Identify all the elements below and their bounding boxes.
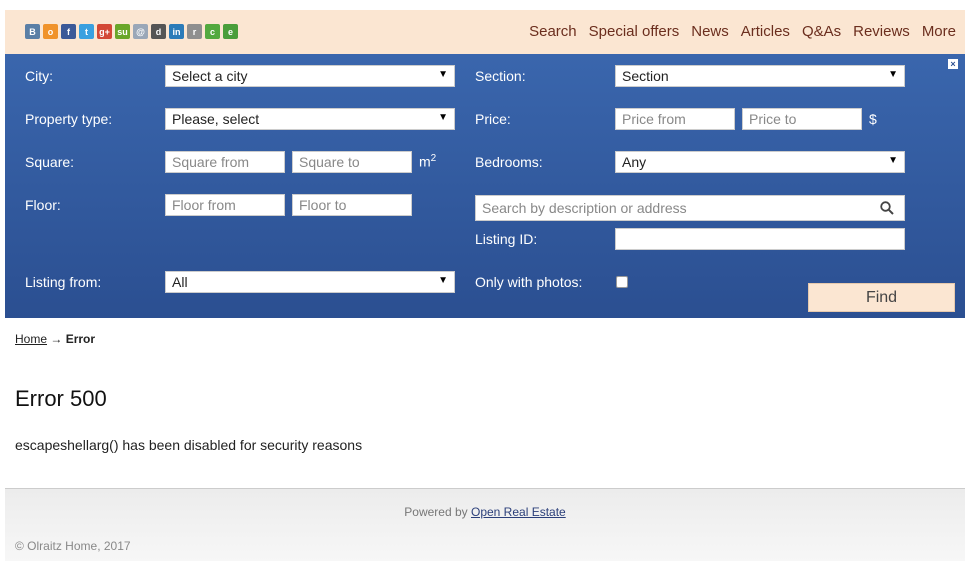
- mailru-icon[interactable]: @: [133, 24, 148, 39]
- twitter-icon[interactable]: t: [79, 24, 94, 39]
- main-nav: Search Special offers News Articles Q&As Revi…: [529, 23, 956, 40]
- section-select-value: Section: [622, 68, 669, 84]
- comment-icon[interactable]: c: [205, 24, 220, 39]
- price-unit: $: [869, 111, 877, 127]
- stumbleupon-icon[interactable]: su: [115, 24, 130, 39]
- close-icon[interactable]: ×: [948, 59, 958, 69]
- listing-from-select[interactable]: All ▼: [165, 271, 455, 293]
- property-type-value: Please, select: [172, 111, 260, 127]
- powered-by: Powered by Open Real Estate: [5, 505, 965, 519]
- breadcrumb-home-link[interactable]: Home: [15, 332, 47, 346]
- section-select[interactable]: Section ▼: [615, 65, 905, 87]
- floor-to-input[interactable]: Floor to: [292, 194, 412, 216]
- city-label: City:: [25, 68, 53, 84]
- linkedin-icon[interactable]: in: [169, 24, 184, 39]
- find-button[interactable]: Find: [808, 283, 955, 312]
- property-type-select[interactable]: Please, select ▼: [165, 108, 455, 130]
- error-message: escapeshellarg() has been disabled for s…: [15, 437, 363, 453]
- nav-link-reviews[interactable]: Reviews: [853, 23, 910, 40]
- breadcrumb-separator: →: [50, 332, 63, 346]
- footer: Powered by Open Real Estate © Olraitz Ho…: [5, 488, 965, 561]
- listing-from-value: All: [172, 274, 188, 290]
- square-unit: m2: [419, 153, 436, 170]
- chevron-down-icon: ▼: [438, 112, 448, 123]
- floor-from-input[interactable]: Floor from: [165, 194, 285, 216]
- nav-link-special-offers[interactable]: Special offers: [589, 23, 680, 40]
- open-real-estate-link[interactable]: Open Real Estate: [471, 505, 566, 519]
- vkontakte-icon[interactable]: B: [25, 24, 40, 39]
- bedrooms-label: Bedrooms:: [475, 154, 543, 170]
- square-unit-exponent: 2: [430, 153, 437, 164]
- chevron-down-icon: ▼: [888, 155, 898, 166]
- bedrooms-select[interactable]: Any ▼: [615, 151, 905, 173]
- evernote-icon[interactable]: e: [223, 24, 238, 39]
- square-label: Square:: [25, 154, 75, 170]
- nav-link-q-as[interactable]: Q&As: [802, 23, 841, 40]
- top-bar: Bo f t g+ su @ d in r c e Search Special offers News…: [5, 10, 965, 54]
- only-photos-label: Only with photos:: [475, 274, 583, 290]
- nav-link-news[interactable]: News: [691, 23, 729, 40]
- square-to-input[interactable]: Square to: [292, 151, 412, 173]
- property-type-label: Property type:: [25, 111, 113, 127]
- listing-id-input[interactable]: [615, 228, 905, 250]
- price-to-input[interactable]: Price to: [742, 108, 862, 130]
- googleplus-icon[interactable]: g+: [97, 24, 112, 39]
- odnoklassniki-icon[interactable]: o: [43, 24, 58, 39]
- facebook-icon[interactable]: f: [61, 24, 76, 39]
- nav-link-search[interactable]: Search: [529, 23, 577, 40]
- breadcrumb: Home → Error: [15, 332, 95, 346]
- search-icon[interactable]: [880, 201, 894, 218]
- nav-link-more[interactable]: More: [922, 23, 956, 40]
- copyright: © Olraitz Home, 2017: [15, 539, 131, 553]
- section-label: Section:: [475, 68, 526, 84]
- nav-link-articles[interactable]: Articles: [741, 23, 790, 40]
- listing-id-label: Listing ID:: [475, 231, 538, 247]
- square-unit-base: m: [419, 153, 431, 170]
- floor-label: Floor:: [25, 197, 61, 213]
- search-input[interactable]: Search by description or address: [475, 195, 905, 221]
- square-from-input[interactable]: Square from: [165, 151, 285, 173]
- city-select-value: Select a city: [172, 68, 248, 84]
- price-from-input[interactable]: Price from: [615, 108, 735, 130]
- search-placeholder: Search by description or address: [482, 200, 687, 216]
- chevron-down-icon: ▼: [888, 69, 898, 80]
- delicious-icon[interactable]: d: [151, 24, 166, 39]
- breadcrumb-current: Error: [65, 332, 96, 346]
- page-title: Error 500: [15, 386, 107, 411]
- chevron-down-icon: ▼: [438, 275, 448, 286]
- social-share-bar: Bo f t g+ su @ d in r c e: [25, 24, 238, 42]
- bedrooms-value: Any: [622, 154, 647, 170]
- city-select[interactable]: Select a city ▼: [165, 65, 455, 87]
- listing-from-label: Listing from:: [25, 274, 102, 290]
- chevron-down-icon: ▼: [438, 69, 448, 80]
- powered-by-prefix: Powered by: [404, 505, 468, 519]
- search-filter-panel: × City: Select a city ▼ Section: Section…: [5, 54, 965, 318]
- only-photos-checkbox[interactable]: [616, 276, 628, 288]
- reddit-icon[interactable]: r: [187, 24, 202, 39]
- price-label: Price:: [475, 111, 511, 127]
